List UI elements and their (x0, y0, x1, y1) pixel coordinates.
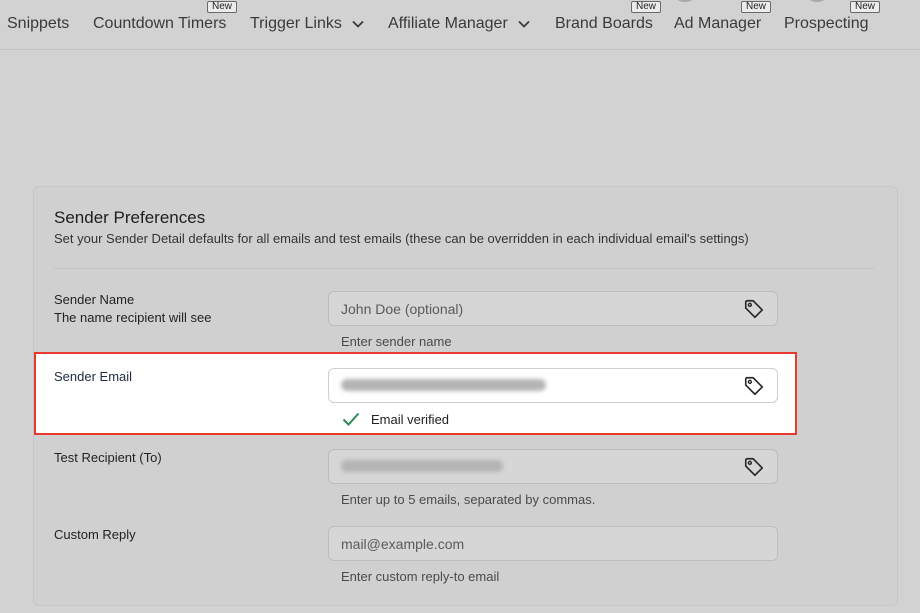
nav-item-label: Prospecting (784, 15, 869, 32)
test-recipient-label: Test Recipient (To) (54, 450, 162, 465)
redacted-email-value (341, 460, 503, 472)
custom-reply-label: Custom Reply (54, 527, 136, 542)
new-badge: New (741, 1, 772, 13)
nav-item-label: Affiliate Manager (388, 15, 508, 32)
nav-item-affiliate-manager[interactable]: Affiliate Manager (388, 13, 530, 35)
card-subtitle: Set your Sender Detail defaults for all … (54, 231, 749, 246)
nav-item-label: Ad Manager (674, 15, 762, 32)
tag-icon[interactable] (743, 298, 765, 320)
nav-item-countdown-timers[interactable]: Countdown Timers (93, 13, 226, 35)
nav-item-snippets[interactable]: Snippets (7, 13, 69, 35)
top-nav: Snippets Countdown Timers New Trigger Li… (0, 0, 920, 50)
divider (54, 268, 874, 269)
card-title: Sender Preferences (54, 208, 206, 227)
sender-name-input[interactable]: John Doe (optional) (328, 291, 778, 326)
check-icon (342, 412, 360, 426)
nav-item-ad-manager[interactable]: Ad Manager (674, 13, 761, 35)
nav-item-label: Trigger Links (250, 15, 342, 32)
sender-name-description: The name recipient will see (54, 310, 212, 325)
sender-email-label: Sender Email (54, 369, 133, 384)
chevron-down-icon (518, 20, 530, 28)
new-badge: New (207, 1, 238, 13)
chevron-down-icon (352, 20, 364, 28)
redacted-email-value (341, 379, 546, 391)
sender-name-helper: Enter sender name (341, 334, 452, 349)
nav-item-label: Snippets (7, 15, 70, 32)
test-recipient-helper: Enter up to 5 emails, separated by comma… (341, 492, 596, 507)
custom-reply-placeholder: mail@example.com (341, 536, 465, 552)
email-verified-status: Email verified (342, 410, 449, 428)
avatar (806, 0, 828, 2)
verified-text: Email verified (371, 411, 450, 427)
sender-name-placeholder: John Doe (optional) (341, 301, 464, 317)
nav-item-label: Brand Boards (555, 15, 653, 32)
tag-icon[interactable] (743, 375, 765, 397)
sender-name-title: Sender Name (54, 292, 135, 307)
test-recipient-input[interactable] (328, 449, 778, 484)
tag-icon[interactable] (743, 456, 765, 478)
nav-item-brand-boards[interactable]: Brand Boards (555, 13, 653, 35)
new-badge: New (850, 1, 881, 13)
custom-reply-helper: Enter custom reply-to email (341, 569, 500, 584)
avatar (674, 0, 696, 2)
sender-name-label: Sender Name The name recipient will see (54, 291, 212, 327)
custom-reply-input[interactable]: mail@example.com (328, 526, 778, 561)
new-badge: New (631, 1, 662, 13)
sender-email-input[interactable] (328, 368, 778, 403)
nav-item-prospecting[interactable]: Prospecting (784, 13, 869, 35)
nav-item-label: Countdown Timers (93, 15, 227, 32)
nav-item-trigger-links[interactable]: Trigger Links (250, 13, 364, 35)
